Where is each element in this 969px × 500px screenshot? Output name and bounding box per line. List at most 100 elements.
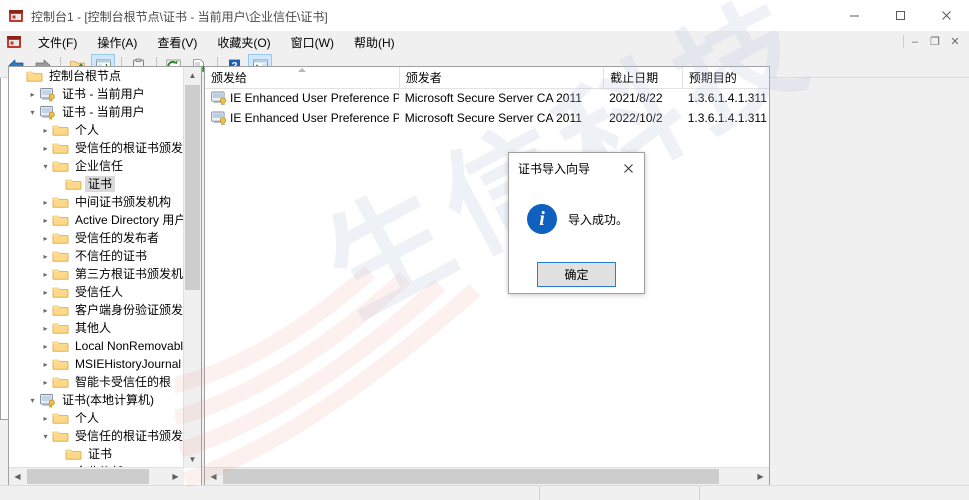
tree-vertical-scroll-thumb[interactable] (185, 85, 200, 290)
certificate-row[interactable]: IE Enhanced User Preference P... Microsof… (205, 88, 769, 108)
tree-node[interactable]: ▾ 证书 - 当前用户 (9, 103, 185, 121)
chevron-right-icon[interactable]: ▸ (39, 121, 52, 139)
window-title: 控制台1 - [控制台根节点\证书 - 当前用户\企业信任\证书] (31, 10, 328, 24)
tree-node[interactable]: ▸ MSIEHistoryJournal (9, 355, 185, 373)
window-maximize-button[interactable] (877, 0, 923, 31)
sort-ascending-icon (297, 68, 306, 72)
chevron-right-icon[interactable]: ▸ (39, 229, 52, 247)
tree-node-label: 智能卡受信任的根 (75, 375, 172, 389)
menu-help[interactable]: 帮助(H) (344, 31, 405, 54)
folder-icon (52, 374, 69, 390)
tree-twisty-placeholder (52, 445, 65, 463)
chevron-right-icon[interactable]: ▸ (39, 265, 52, 283)
tree-node-label: 证书(本地计算机) (62, 393, 154, 407)
chevron-down-icon[interactable]: ▾ (26, 103, 39, 121)
tree-node[interactable]: ▸ 受信任人 (9, 283, 185, 301)
status-segment-main (0, 486, 540, 500)
mdi-minimize-button[interactable]: – (905, 33, 925, 50)
tree-node[interactable]: ▾ 企业信任 (9, 157, 185, 175)
menu-window[interactable]: 窗口(W) (281, 31, 344, 54)
tree-node[interactable]: ▸ 客户端身份验证颁发者 (9, 301, 185, 319)
tree-node[interactable]: ▸ 不信任的证书 (9, 247, 185, 265)
tree-node-list: 控制台根节点 ▸ 证书 - 当前用户 ▾ 证书 - 当前用户 ▸ 个人 ▸ 受信任的根证… (9, 67, 185, 468)
mdi-separator (903, 35, 904, 48)
status-segment-2 (540, 486, 700, 500)
chevron-right-icon[interactable]: ▸ (39, 193, 52, 211)
list-column-header-label: 颁发者 (405, 71, 442, 85)
tree-horizontal-scroll-thumb[interactable] (27, 469, 149, 484)
tree-node[interactable]: 控制台根节点 (9, 67, 185, 85)
tree-horizontal-scrollbar[interactable]: ◀ ▶ (9, 467, 184, 485)
tree-node[interactable]: ▸ 受信任的发布者 (9, 229, 185, 247)
menu-favorites[interactable]: 收藏夹(O) (207, 31, 280, 54)
list-horizontal-scroll-thumb[interactable] (223, 469, 719, 484)
menu-action[interactable]: 操作(A) (87, 31, 147, 54)
chevron-right-icon[interactable]: ▸ (39, 139, 52, 157)
chevron-right-icon[interactable]: ▸ (26, 85, 39, 103)
list-column-header[interactable]: 颁发者 (398, 67, 603, 88)
information-icon: i (527, 204, 557, 234)
tree-node[interactable]: ▸ 第三方根证书颁发机构 (9, 265, 185, 283)
dialog-close-button[interactable] (612, 153, 644, 183)
list-column-header[interactable]: 截止日期 (603, 67, 682, 88)
mdi-close-button[interactable]: ✕ (945, 33, 965, 50)
tree-node[interactable]: ▸ 受信任的根证书颁发机构 (9, 139, 185, 157)
cell-text: Microsoft Secure Server CA 2011 (404, 91, 582, 105)
certificate-cell-issued-to: IE Enhanced User Preference P... (205, 108, 399, 128)
list-column-header[interactable]: 颁发给 (205, 67, 399, 88)
title-bar: 控制台1 - [控制台根节点\证书 - 当前用户\企业信任\证书] (0, 0, 969, 32)
certificate-rows: IE Enhanced User Preference P... Microsof… (205, 88, 769, 467)
tree-node[interactable]: ▸ 个人 (9, 409, 185, 427)
chevron-right-icon[interactable]: ▸ (39, 283, 52, 301)
list-horizontal-scrollbar[interactable]: ◀ ▶ (205, 467, 769, 485)
chevron-right-icon[interactable]: ▸ (39, 211, 52, 229)
chevron-right-icon[interactable]: ▸ (39, 373, 52, 391)
dialog-ok-button[interactable]: 确定 (537, 261, 616, 287)
chevron-right-icon[interactable]: ▸ (39, 301, 52, 319)
chevron-right-icon[interactable]: ▸ (39, 337, 52, 355)
cell-text: Microsoft Secure Server CA 2011 (404, 111, 582, 125)
chevron-right-icon[interactable]: ▸ (39, 409, 52, 427)
list-scroll-left-button[interactable]: ◀ (205, 468, 222, 485)
list-scroll-right-button[interactable]: ▶ (752, 468, 769, 485)
window-close-button[interactable] (923, 0, 969, 31)
tree-node[interactable]: ▸ 中间证书颁发机构 (9, 193, 185, 211)
tree-scroll-down-button[interactable]: ▼ (184, 451, 201, 468)
tree-node[interactable]: ▸ 证书 - 当前用户 (9, 85, 185, 103)
tree-node[interactable]: ▸ Active Directory 用户对象 (9, 211, 185, 229)
mdi-restore-button[interactable]: ❐ (925, 33, 945, 50)
tree-node[interactable]: ▾ 受信任的根证书颁发机构 (9, 427, 185, 445)
chevron-right-icon[interactable]: ▸ (39, 319, 52, 337)
tree-node[interactable]: ▾ 证书(本地计算机) (9, 391, 185, 409)
certificate-cell-expiry: 2022/10/2 (603, 108, 682, 128)
list-column-header[interactable]: 预期目的 (681, 67, 769, 88)
list-column-headers: 颁发给 颁发者 截止日期 预期目的 (205, 67, 769, 89)
tree-node[interactable]: ▸ 个人 (9, 121, 185, 139)
list-column-header-label: 预期目的 (688, 71, 737, 85)
chevron-right-icon[interactable]: ▸ (39, 247, 52, 265)
chevron-down-icon[interactable]: ▾ (26, 391, 39, 409)
chevron-down-icon[interactable]: ▾ (39, 157, 52, 175)
certificate-row[interactable]: IE Enhanced User Preference P... Microsof… (205, 108, 769, 128)
tree-node[interactable]: ▸ 其他人 (9, 319, 185, 337)
tree-scroll-left-button[interactable]: ◀ (9, 468, 26, 485)
folder-icon (52, 302, 69, 318)
window-minimize-button[interactable] (831, 0, 877, 31)
cell-text: IE Enhanced User Preference P... (230, 91, 399, 105)
chevron-down-icon[interactable]: ▾ (39, 427, 52, 445)
folder-icon (52, 212, 69, 228)
tree-node[interactable]: 证书 (9, 175, 185, 193)
tree-scroll-right-button[interactable]: ▶ (167, 468, 184, 485)
menu-file[interactable]: 文件(F) (28, 31, 87, 54)
tree-scroll-up-button[interactable]: ▲ (184, 67, 201, 84)
menu-view[interactable]: 查看(V) (147, 31, 207, 54)
tree-node-label: 受信任的根证书颁发机构 (75, 141, 185, 155)
tree-node-label: MSIEHistoryJournal (75, 357, 182, 371)
tree-node-label: 证书 (85, 176, 116, 192)
chevron-right-icon[interactable]: ▸ (39, 355, 52, 373)
tree-vertical-scrollbar[interactable]: ▲ ▼ (183, 67, 201, 468)
tree-node[interactable]: ▸ 智能卡受信任的根 (9, 373, 185, 391)
tree-node[interactable]: ▸ Local NonRemovable Certif (9, 337, 185, 355)
tree-node[interactable]: 证书 (9, 445, 185, 463)
tree-node-label: 受信任人 (75, 285, 124, 299)
